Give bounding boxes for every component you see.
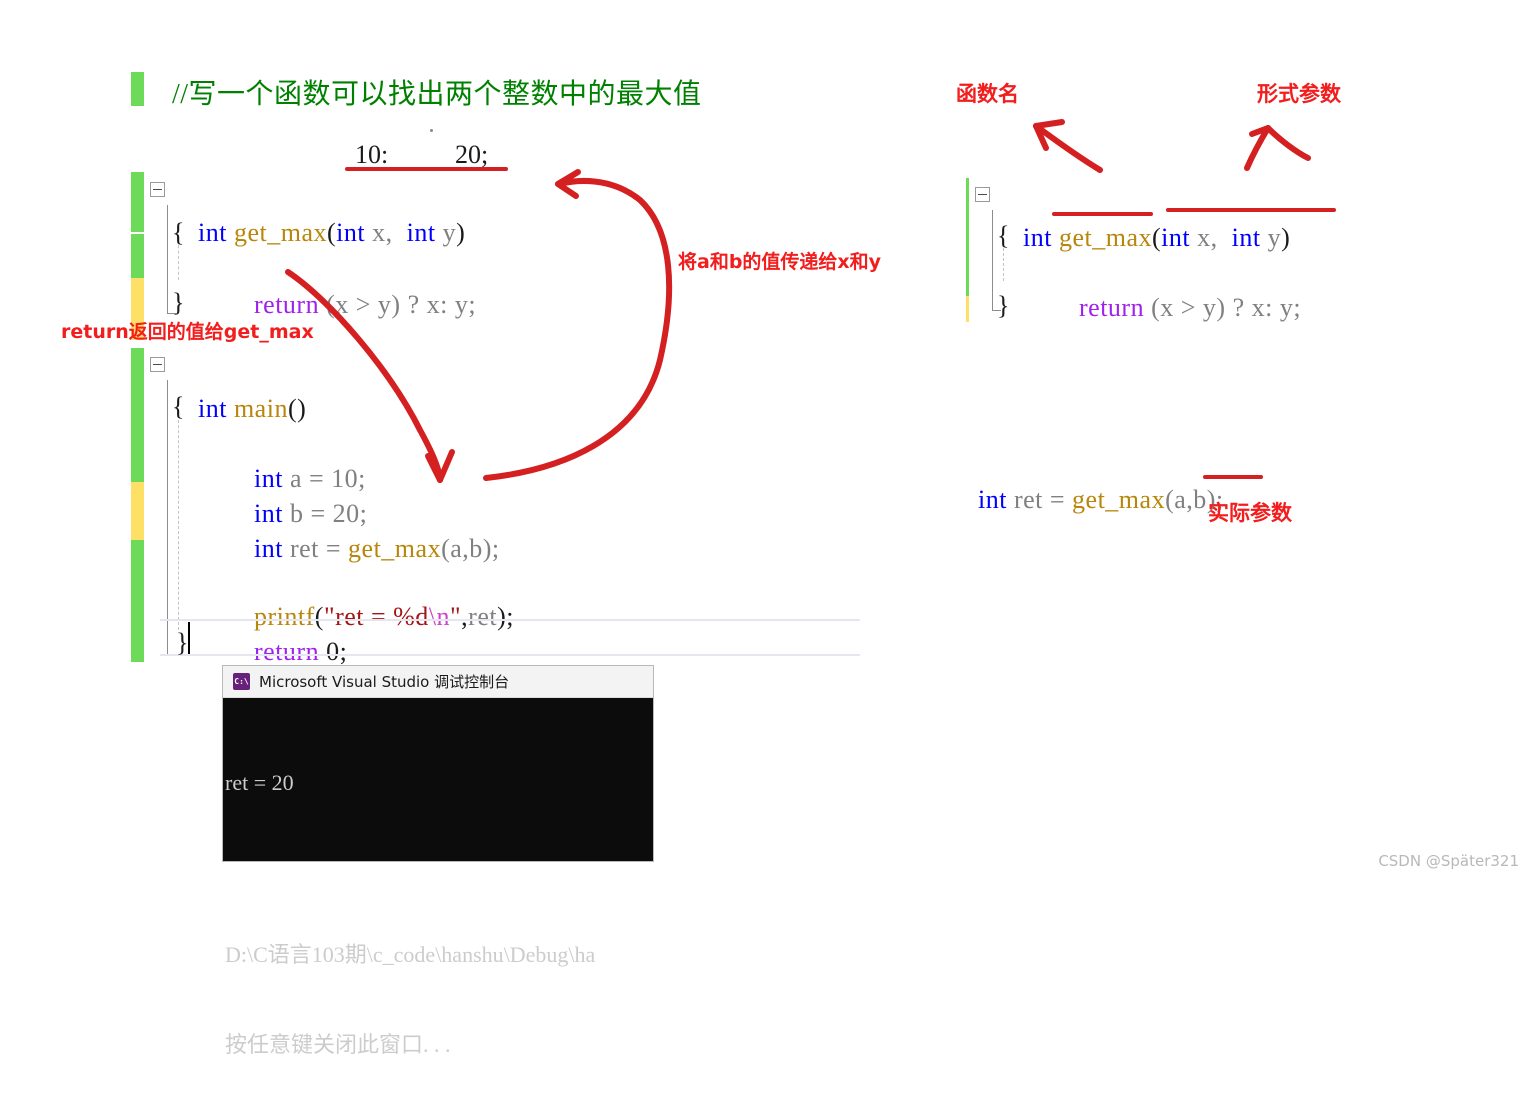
right-code-line-return: return (x > y) ? x: y; — [1051, 251, 1301, 365]
keyword-int: int — [198, 218, 227, 247]
keyword-return: return — [254, 290, 320, 319]
param-name-1: x, — [365, 218, 407, 247]
value-note-underline — [345, 167, 508, 171]
annotation-return-to-getmax: return返回的值给get_max — [61, 321, 314, 343]
underline-formal-params — [1166, 208, 1336, 212]
right-param-type-2: int — [1231, 223, 1261, 252]
string-quote-close: " — [450, 602, 462, 631]
debug-console-window[interactable]: C:\ Microsoft Visual Studio 调试控制台 ret = … — [223, 666, 653, 1057]
change-bar-getmax-2 — [131, 234, 144, 278]
value-note-right: 20; — [455, 140, 489, 169]
code-line-getmax-open-brace: { — [172, 218, 185, 247]
right-keyword-return: return — [1079, 293, 1145, 322]
console-line-path: D:\C语言103期\c_code\hanshu\Debug\ha — [225, 942, 596, 967]
change-bar-main-2 — [131, 482, 144, 540]
keyword-int-main: int — [198, 394, 227, 423]
right-keyword-int: int — [1023, 223, 1052, 252]
brace-guide-main — [167, 380, 168, 655]
function-name-getmax: get_max — [233, 218, 327, 247]
keyword-int-ret: int — [254, 534, 283, 563]
call-getmax: get_max — [348, 534, 442, 563]
current-line-top-border — [160, 619, 860, 621]
label-formal-parameters: 形式参数 — [1257, 82, 1341, 106]
right-space — [1052, 223, 1059, 252]
code-comment-line: //写一个函数可以找出两个整数中的最大值 — [172, 79, 702, 110]
brace-guide-getmax — [167, 205, 168, 313]
collapse-toggle-getmax[interactable] — [150, 182, 165, 197]
console-line-output: ret = 20 — [225, 770, 294, 795]
label-function-name: 函数名 — [956, 82, 1019, 106]
right-param-name-2: y — [1260, 223, 1282, 252]
main-parens: () — [287, 394, 307, 423]
param-type-1: int — [336, 218, 366, 247]
collapse-toggle-main[interactable] — [150, 357, 165, 372]
right-code-close-brace: } — [997, 291, 1010, 320]
right-param-name-1: x, — [1190, 223, 1232, 252]
underline-actual-params — [1203, 475, 1263, 479]
change-bar-getmax-1 — [131, 172, 144, 232]
watermark: CSDN @Später321 — [1378, 852, 1519, 870]
change-bar-main-1 — [131, 348, 144, 482]
console-title-text: Microsoft Visual Studio 调试控制台 — [259, 673, 510, 691]
call-getmax-args: (a,b); — [441, 534, 500, 563]
brace-guide-right — [992, 210, 993, 310]
change-bar-main-3 — [131, 540, 144, 662]
escape-newline: \n — [428, 602, 451, 631]
change-bar-comment — [131, 72, 144, 106]
console-app-icon: C:\ — [233, 673, 250, 690]
right-return-expression: (x > y) ? x: y; — [1144, 293, 1302, 322]
console-output: ret = 20 D:\C语言103期\c_code\hanshu\Debug\… — [223, 698, 653, 1120]
right-paren-close: ) — [1281, 223, 1291, 252]
return-expression: (x > y) ? x: y; — [319, 290, 477, 319]
paren-open: ( — [326, 218, 337, 247]
right-paren-open: ( — [1151, 223, 1162, 252]
console-title-bar[interactable]: C:\ Microsoft Visual Studio 调试控制台 — [223, 666, 653, 698]
string-body: ret = %d — [335, 602, 429, 631]
current-line-bottom-border — [160, 654, 860, 656]
param-type-2: int — [406, 218, 436, 247]
right-call-keyword-int: int — [978, 485, 1007, 514]
screenshot-root: //写一个函数可以找出两个整数中的最大值 10: 20; int get_max… — [0, 0, 1531, 1057]
paren-close: ) — [456, 218, 466, 247]
right-function-name-getmax: get_max — [1058, 223, 1152, 252]
code-line-getmax-return: return (x > y) ? x: y; — [226, 248, 476, 362]
right-code-call-line: int ret = get_max(a,b); — [950, 443, 1224, 557]
right-call-getmax: get_max — [1072, 485, 1166, 514]
underline-function-name — [1052, 212, 1153, 216]
collapse-toggle-right-getmax[interactable] — [975, 187, 990, 202]
change-bar-right-2 — [966, 296, 969, 322]
function-name-main: main — [226, 394, 288, 423]
param-name-2: y — [435, 218, 457, 247]
value-note-left: 10: — [355, 140, 389, 169]
printf-arg: ret — [468, 602, 498, 631]
annotation-dot — [430, 129, 433, 132]
right-code-open-brace: { — [997, 221, 1010, 250]
right-param-type-1: int — [1161, 223, 1191, 252]
code-line-main-open-brace: { — [172, 392, 185, 421]
change-bar-right-1 — [966, 178, 969, 296]
label-actual-parameters: 实际参数 — [1208, 501, 1292, 525]
console-line-prompt: 按任意键关闭此窗口. . . — [225, 1032, 451, 1057]
decl-ret-mid: ret = — [282, 534, 349, 563]
return-zero-value: 0; — [319, 637, 348, 666]
annotation-pass-values: 将a和b的值传递给x和y — [678, 251, 882, 273]
keyword-return-main: return — [254, 637, 320, 666]
right-call-mid: ret = — [1006, 485, 1073, 514]
text-caret — [188, 622, 190, 654]
printf-paren-close: ); — [497, 602, 514, 631]
